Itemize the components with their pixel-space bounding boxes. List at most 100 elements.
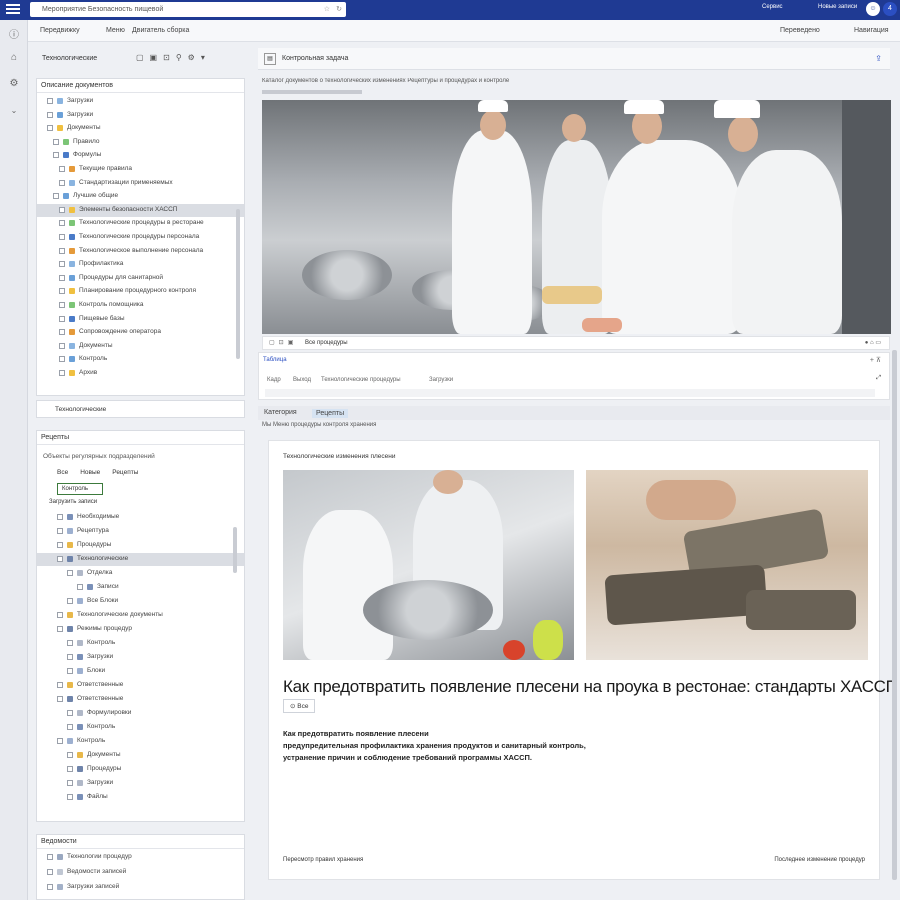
- hero-tool-icons[interactable]: ▢⊡▣: [269, 339, 297, 346]
- list-item[interactable]: Загрузки: [37, 109, 244, 122]
- list-item[interactable]: Лучшие общие: [37, 190, 244, 203]
- list-item[interactable]: Загрузки: [37, 95, 244, 108]
- checkbox[interactable]: [57, 542, 63, 548]
- checkbox[interactable]: [59, 220, 65, 227]
- table-column-header[interactable]: Загрузки: [429, 377, 453, 383]
- recipes-tab[interactable]: Все: [57, 469, 68, 476]
- list-item[interactable]: Отделка: [37, 567, 244, 580]
- checkbox[interactable]: [67, 766, 73, 772]
- list-item[interactable]: Документы: [37, 340, 244, 353]
- star-icon[interactable]: ☆: [324, 2, 330, 17]
- checkbox[interactable]: [59, 274, 65, 281]
- refresh-icon[interactable]: ↻: [336, 2, 342, 17]
- address-bar[interactable]: Мероприятие Безопасность пищевой ☆ ↻: [30, 2, 346, 17]
- breadcrumb[interactable]: Контрольная задача: [282, 55, 348, 62]
- list-item[interactable]: Ответственные: [37, 679, 244, 692]
- toolbar-item-2[interactable]: Меню: [106, 27, 125, 34]
- checkbox[interactable]: [67, 780, 73, 786]
- table-expand-icon[interactable]: ⤢: [876, 375, 881, 382]
- article-tag[interactable]: ⊙ Все: [283, 699, 316, 713]
- tab-category[interactable]: Категория: [264, 409, 297, 416]
- checkbox[interactable]: [67, 654, 73, 660]
- checkbox[interactable]: [59, 234, 65, 240]
- list-item[interactable]: Правило: [37, 136, 244, 149]
- checkbox[interactable]: [59, 315, 65, 322]
- recipes-search[interactable]: Объекты регулярных подразделений: [43, 453, 155, 460]
- chevron-down-icon[interactable]: ⌄: [8, 106, 20, 118]
- list-item[interactable]: Документы: [37, 749, 244, 762]
- service-link[interactable]: Сервис: [762, 4, 783, 10]
- list-item[interactable]: Загрузки записей: [37, 881, 244, 894]
- checkbox[interactable]: [53, 193, 59, 200]
- list-item[interactable]: Документы: [37, 122, 244, 135]
- list-item[interactable]: Рецептура: [37, 525, 244, 538]
- checkbox[interactable]: [59, 261, 65, 268]
- list-item[interactable]: Элементы безопасности ХАССП: [37, 203, 244, 217]
- list-item[interactable]: Процедуры: [37, 539, 244, 552]
- toolbar-item-3[interactable]: Двигатель сборка: [132, 27, 189, 34]
- checkbox[interactable]: [67, 570, 73, 576]
- table-row[interactable]: [265, 389, 875, 397]
- list-item[interactable]: Контроль: [37, 637, 244, 650]
- checkbox[interactable]: [67, 640, 73, 646]
- list-item[interactable]: Файлы: [37, 791, 244, 804]
- list-item[interactable]: Сопровождение оператора: [37, 326, 244, 339]
- new-records-link[interactable]: Новые записи: [818, 4, 857, 10]
- checkbox[interactable]: [77, 584, 83, 590]
- checkbox[interactable]: [57, 556, 63, 562]
- checkbox[interactable]: [59, 288, 65, 295]
- menu-icon[interactable]: [6, 4, 20, 16]
- list-item[interactable]: Текущие правила: [37, 163, 244, 176]
- list-item[interactable]: Режимы процедур: [37, 623, 244, 636]
- main-scrollbar[interactable]: [892, 350, 897, 880]
- checkbox[interactable]: [59, 329, 65, 336]
- checkbox[interactable]: [57, 626, 63, 632]
- checkbox[interactable]: [59, 370, 65, 376]
- recipes-scrollbar[interactable]: [233, 527, 237, 573]
- checkbox[interactable]: [57, 612, 63, 618]
- list-item[interactable]: Архив: [37, 367, 244, 380]
- list-item[interactable]: Ведомости записей: [37, 866, 244, 879]
- list-item[interactable]: Контроль: [37, 735, 244, 748]
- list-item[interactable]: Стандартизации применяемых: [37, 177, 244, 190]
- checkbox[interactable]: [57, 682, 63, 688]
- checkbox[interactable]: [59, 166, 65, 172]
- documents-scrollbar[interactable]: [236, 209, 240, 359]
- table-column-header[interactable]: Кадр: [267, 377, 281, 383]
- list-item[interactable]: Записи: [37, 581, 244, 594]
- list-item[interactable]: Технологические процедуры в ресторане: [37, 217, 244, 230]
- checkbox[interactable]: [57, 696, 63, 702]
- filter-chip[interactable]: Контроль: [57, 483, 103, 495]
- checkbox[interactable]: [47, 854, 53, 860]
- list-item[interactable]: Технологические процедуры персонала: [37, 231, 244, 244]
- list-item[interactable]: Пищевые базы: [37, 313, 244, 326]
- recipes-tab[interactable]: Рецепты: [112, 469, 138, 476]
- list-item[interactable]: Блоки: [37, 665, 244, 678]
- subfilter-label[interactable]: Загрузить записи: [49, 499, 97, 505]
- list-item[interactable]: Ответственные: [37, 693, 244, 706]
- share-icon[interactable]: ⇪: [875, 54, 882, 63]
- list-item[interactable]: Технологии процедур: [37, 851, 244, 864]
- list-item[interactable]: Технологические документы: [37, 609, 244, 622]
- profile-icon[interactable]: ☺: [866, 2, 880, 16]
- checkbox[interactable]: [67, 710, 73, 716]
- table-controls-icon[interactable]: + ⊼: [870, 356, 881, 364]
- list-item[interactable]: Процедуры для санитарной: [37, 272, 244, 285]
- list-item[interactable]: Контроль: [37, 721, 244, 734]
- list-item[interactable]: Контроль помощника: [37, 299, 244, 312]
- list-item[interactable]: Необходимые: [37, 511, 244, 524]
- list-item[interactable]: Технологические: [37, 553, 244, 566]
- list-item[interactable]: Формулы: [37, 149, 244, 162]
- table-column-header[interactable]: Выход: [293, 377, 311, 383]
- list-item[interactable]: Профилактика: [37, 258, 244, 271]
- checkbox[interactable]: [47, 111, 53, 118]
- tab-recipes[interactable]: Рецепты: [312, 409, 349, 418]
- checkbox[interactable]: [67, 598, 73, 604]
- info-icon[interactable]: ⓘ: [8, 26, 20, 41]
- checkbox[interactable]: [59, 342, 65, 349]
- toolbar-right-1[interactable]: Переведено: [780, 27, 820, 34]
- checkbox[interactable]: [53, 138, 59, 145]
- toolbar-right-2[interactable]: Навигация: [854, 27, 889, 34]
- list-item[interactable]: Загрузки: [37, 651, 244, 664]
- checkbox[interactable]: [59, 206, 65, 213]
